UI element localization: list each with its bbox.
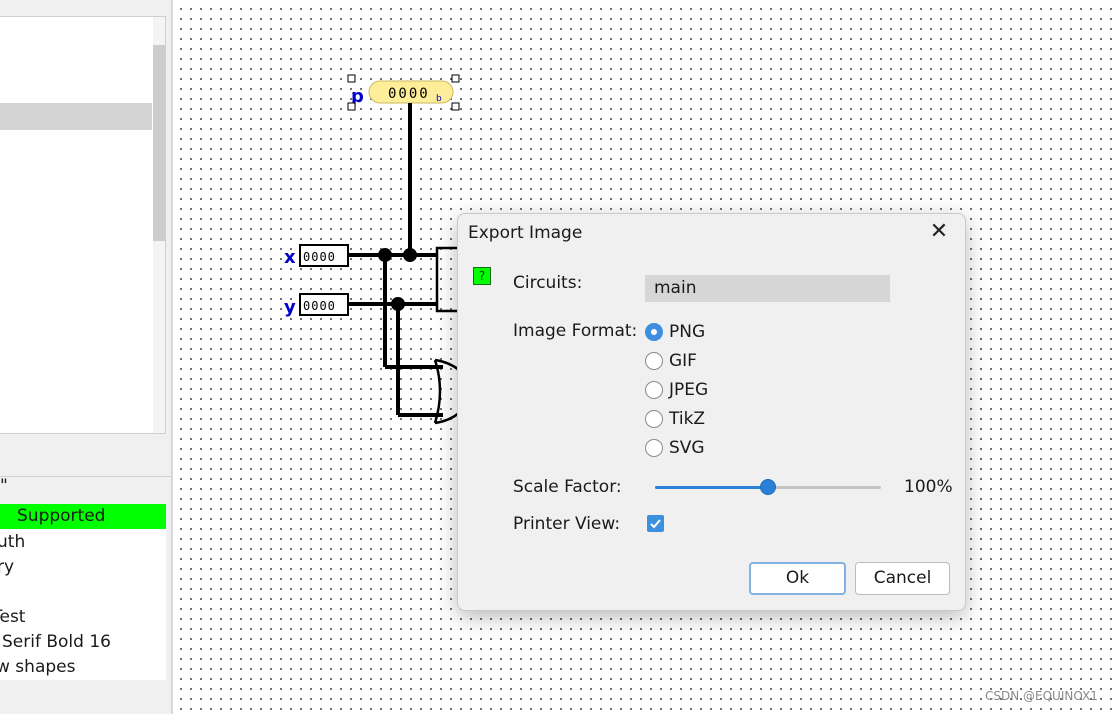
- property-row[interactable]: Serif Bold 16: [0, 630, 166, 655]
- property-row[interactable]: uth: [0, 530, 166, 555]
- scale-factor-value: 100%: [904, 477, 953, 497]
- input-pin-value: 0000: [303, 299, 336, 313]
- dialog-title: Export Image: [468, 223, 583, 243]
- watermark: CSDN @EQUINOX1: [985, 689, 1098, 703]
- scale-factor-label: Scale Factor:: [513, 477, 622, 497]
- radio-label: JPEG: [669, 380, 709, 400]
- radio-button-icon[interactable]: [645, 323, 663, 341]
- or-gate[interactable]: [433, 358, 460, 425]
- circuits-select[interactable]: main: [645, 275, 890, 302]
- property-row[interactable]: ry: [0, 555, 166, 580]
- property-row[interactable]: [0, 580, 166, 605]
- image-format-label: Image Format:: [513, 321, 638, 341]
- selection-handle[interactable]: [347, 102, 356, 111]
- property-row[interactable]: w shapes: [0, 655, 166, 680]
- property-row[interactable]: Test: [0, 605, 166, 630]
- cancel-button[interactable]: Cancel: [855, 562, 950, 595]
- property-value: Supported: [17, 506, 106, 526]
- printer-view-label: Printer View:: [513, 514, 621, 534]
- left-panel: " Supported uth ry Test Serif Bold 16 w …: [0, 0, 173, 714]
- output-probe[interactable]: 0000 b p: [347, 74, 460, 111]
- input-pin-label: x: [284, 247, 296, 268]
- property-value: Serif Bold 16: [2, 632, 111, 652]
- junction-dot: [403, 248, 417, 262]
- checkmark-icon: [650, 519, 661, 529]
- slider-fill: [655, 486, 768, 489]
- printer-view-checkbox[interactable]: [647, 515, 664, 532]
- radio-label: TikZ: [669, 409, 706, 429]
- scale-factor-slider[interactable]: [655, 477, 881, 497]
- probe-radix: b: [436, 94, 442, 104]
- selection-handle[interactable]: [451, 102, 460, 111]
- export-image-dialog: Export Image ✕ ? Circuits: main Image Fo…: [457, 213, 966, 611]
- circuit-explorer: [0, 16, 166, 434]
- ok-button[interactable]: Ok: [749, 562, 846, 595]
- selection-handle[interactable]: [347, 74, 356, 83]
- radio-button-icon[interactable]: [645, 410, 663, 428]
- properties-table: Supported uth ry Test Serif Bold 16 w sh…: [0, 504, 166, 680]
- input-pin-x[interactable]: 0000 x: [284, 244, 349, 268]
- input-pin-value: 0000: [303, 250, 336, 264]
- radio-label: SVG: [669, 438, 705, 458]
- input-pin-y[interactable]: 0000 y: [284, 293, 349, 318]
- explorer-scrollbar-thumb[interactable]: [153, 45, 165, 241]
- property-value: Test: [0, 607, 26, 627]
- radio-button-icon[interactable]: [645, 439, 663, 457]
- properties-header-fragment: ": [0, 476, 8, 496]
- junction-dot: [391, 297, 405, 311]
- property-value: w shapes: [0, 657, 76, 677]
- junction-dot: [378, 248, 392, 262]
- property-value: uth: [0, 532, 26, 552]
- wires: [349, 103, 443, 417]
- circuits-label: Circuits:: [513, 273, 583, 293]
- and-gate[interactable]: [435, 246, 457, 313]
- panel-divider: [0, 476, 172, 477]
- property-row[interactable]: Supported: [0, 504, 166, 529]
- radio-label: PNG: [669, 322, 706, 342]
- property-value: ry: [0, 557, 15, 577]
- radio-label: GIF: [669, 351, 697, 371]
- help-icon[interactable]: ?: [473, 267, 491, 285]
- slider-thumb[interactable]: [760, 479, 776, 495]
- close-icon[interactable]: ✕: [924, 220, 954, 244]
- input-pin-label: y: [284, 297, 296, 318]
- radio-button-icon[interactable]: [645, 381, 663, 399]
- probe-value: 0000: [388, 86, 430, 102]
- radio-button-icon[interactable]: [645, 352, 663, 370]
- explorer-selected-item[interactable]: [0, 103, 152, 130]
- selection-handle[interactable]: [451, 74, 460, 83]
